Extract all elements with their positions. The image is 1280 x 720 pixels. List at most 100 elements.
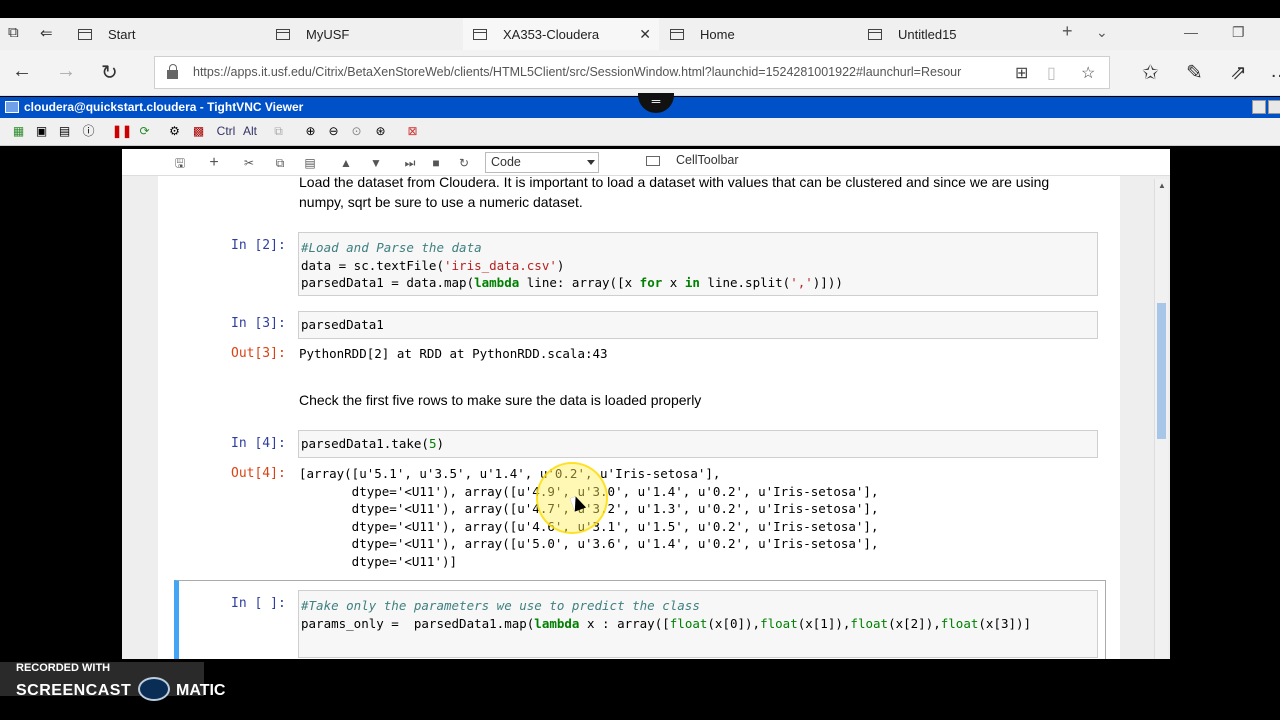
url-field[interactable]: https://apps.it.usf.edu/Citrix/BetaXenSt… — [154, 56, 1110, 89]
markdown-line: Load the dataset from Cloudera. It is im… — [299, 176, 1050, 190]
select-arrow-icon — [587, 160, 595, 165]
cell-toolbar-label: CellToolbar — [676, 153, 739, 167]
code-token: parsedData1.take( — [301, 436, 429, 451]
send-ctrl-esc-icon[interactable]: ▩ — [190, 123, 207, 140]
reading-view-icon[interactable]: ▯ — [1047, 63, 1056, 83]
notebook-page: Load the dataset from Cloudera. It is im… — [158, 176, 1120, 659]
tab-myusf[interactable]: MyUSF — [266, 18, 462, 50]
copy-icon[interactable]: ⧉ — [268, 153, 292, 173]
web-note-pen-icon[interactable]: ✎ — [1186, 60, 1203, 85]
move-down-arrow-icon[interactable]: ▼ — [364, 153, 388, 173]
url-text: https://apps.it.usf.edu/Citrix/BetaXenSt… — [193, 65, 962, 79]
new-connection-icon[interactable]: ▦ — [10, 123, 27, 140]
code-keyword: lambda — [474, 275, 520, 290]
new-tab-plus-icon[interactable]: + — [1062, 21, 1073, 42]
code-cell-input[interactable]: #Load and Parse the data data = sc.textF… — [298, 232, 1098, 296]
restart-kernel-icon[interactable]: ↻ — [452, 153, 476, 173]
run-cell-icon[interactable]: ⏭ — [398, 153, 422, 173]
zoom-100-icon[interactable]: ⊙ — [348, 123, 365, 140]
notebook-toolbar: 🖫 + ✂ ⧉ ▤ ▲ ▼ ⏭ ■ ↻ Code CellToolbar — [122, 149, 1170, 176]
fullscreen-icon[interactable]: ⊠ — [404, 123, 421, 140]
citrix-toolbar-handle-icon[interactable]: ═ — [638, 93, 674, 113]
scroll-up-icon[interactable]: ▲ — [1158, 181, 1166, 190]
cell-type-value: Code — [491, 155, 521, 169]
cell-output: PythonRDD[2] at RDD at PythonRDD.scala:4… — [299, 346, 608, 361]
browser-tab-strip: ⧉ ⇐ Start MyUSF XA353-Cloudera ✕ Home Un… — [0, 0, 1280, 50]
favorite-star-icon[interactable]: ☆ — [1081, 63, 1095, 83]
tab-manager-icon[interactable]: ⧉ — [8, 24, 19, 41]
restore-icon[interactable]: ❐ — [1232, 24, 1245, 41]
interrupt-stop-icon[interactable]: ■ — [424, 153, 448, 173]
code-cell-input[interactable]: parsedData1 — [298, 311, 1098, 339]
vnc-minimize-icon[interactable] — [1252, 100, 1266, 114]
output-prompt: Out[4]: — [231, 466, 286, 481]
code-token: line.split( — [699, 275, 791, 290]
transfer-files-icon[interactable]: ⧉ — [270, 123, 287, 140]
code-text: parsedData1.take(5) — [299, 431, 1097, 453]
browser-address-bar: ← → ↻ https://apps.it.usf.edu/Citrix/Bet… — [0, 50, 1280, 96]
page-scrollbar[interactable]: ▲ — [1154, 179, 1168, 659]
share-icon[interactable]: ⇗ — [1230, 60, 1247, 85]
tab-label: Start — [108, 26, 136, 42]
vnc-maximize-icon[interactable] — [1268, 100, 1280, 114]
move-up-arrow-icon[interactable]: ▲ — [334, 153, 358, 173]
more-icon[interactable]: … — [1270, 60, 1280, 83]
scrollbar-thumb[interactable] — [1157, 303, 1166, 439]
pause-icon[interactable]: ❚❚ — [112, 123, 132, 140]
minimize-icon[interactable]: — — [1184, 24, 1198, 40]
code-string: 'iris_data.csv' — [444, 257, 557, 273]
code-keyword: lambda — [534, 615, 580, 631]
markdown-cell[interactable]: Load the dataset from Cloudera. It is im… — [299, 176, 1049, 212]
code-text: parsedData1 — [301, 317, 384, 332]
tab-xa353-cloudera[interactable]: XA353-Cloudera ✕ — [463, 18, 659, 50]
tab-page-icon — [473, 28, 487, 40]
input-prompt: In [2]: — [231, 238, 286, 253]
tab-untitled15[interactable]: Untitled15 — [858, 18, 1054, 50]
insert-cell-plus-icon[interactable]: + — [202, 153, 226, 173]
output-line: dtype='<U11'), array([u'5.0', u'3.6', u'… — [299, 536, 879, 551]
tab-start[interactable]: Start — [68, 18, 264, 50]
code-token: (x[0]), — [707, 615, 761, 631]
tab-label: MyUSF — [306, 26, 350, 42]
info-icon[interactable]: ⓘ — [80, 123, 97, 140]
back-arrow-icon[interactable]: ← — [12, 60, 32, 83]
output-line: dtype='<U11')] — [299, 553, 458, 569]
send-ctrl-alt-del-icon[interactable]: ⚙ — [166, 123, 183, 140]
save-checkpoint-icon[interactable]: 🖫 — [168, 153, 192, 173]
options-icon[interactable]: ▤ — [56, 123, 73, 140]
tab-home[interactable]: Home — [660, 18, 856, 50]
code-builtin: float — [850, 615, 889, 631]
paste-icon[interactable]: ▤ — [298, 153, 322, 173]
vnc-window-titlebar: cloudera@quickstart.cloudera - TightVNC … — [0, 93, 1280, 118]
refresh-screen-icon[interactable]: ⟳ — [136, 123, 153, 140]
code-token: ) — [436, 436, 444, 451]
cut-icon[interactable]: ✂ — [237, 153, 261, 173]
zoom-fit-icon[interactable]: ⊛ — [372, 123, 389, 140]
code-cell-input[interactable]: parsedData1.take(5) — [298, 430, 1098, 458]
code-token: (x[3])] — [978, 615, 1032, 631]
cell-toolbar-button[interactable]: CellToolbar — [646, 153, 739, 167]
input-prompt: In [4]: — [231, 436, 286, 451]
vnc-window-title: cloudera@quickstart.cloudera - TightVNC … — [24, 100, 304, 114]
code-cell-input[interactable]: #Take only the parameters we use to pred… — [298, 590, 1098, 658]
alt-key-toggle[interactable]: Alt — [240, 123, 260, 140]
markdown-cell[interactable]: Check the first five rows to make sure t… — [299, 390, 701, 410]
zoom-out-icon[interactable]: ⊖ — [325, 123, 342, 140]
tab-back-icon[interactable]: ⇐ — [40, 24, 53, 42]
tab-page-icon — [868, 28, 882, 40]
zoom-in-icon[interactable]: ⊕ — [302, 123, 319, 140]
watermark-screencast: SCREENCAST — [16, 682, 132, 699]
code-token: (x[2]), — [888, 615, 941, 631]
save-icon[interactable]: ▣ — [33, 123, 50, 140]
ctrl-key-toggle[interactable]: Ctrl — [214, 123, 238, 140]
cell-type-select[interactable]: Code — [485, 152, 599, 173]
close-tab-icon[interactable]: ✕ — [639, 26, 651, 43]
favorites-hub-icon[interactable]: ✩ — [1142, 60, 1159, 85]
code-token: data = sc.textFile( — [301, 257, 444, 273]
tab-list-chevron-icon[interactable]: ⌄ — [1096, 24, 1108, 41]
tab-label: Untitled15 — [898, 26, 957, 42]
refresh-icon[interactable]: ↻ — [101, 60, 118, 85]
extension-icon[interactable]: ⊞ — [1015, 63, 1028, 83]
code-builtin: float — [760, 615, 798, 631]
forward-arrow-icon[interactable]: → — [56, 60, 76, 83]
